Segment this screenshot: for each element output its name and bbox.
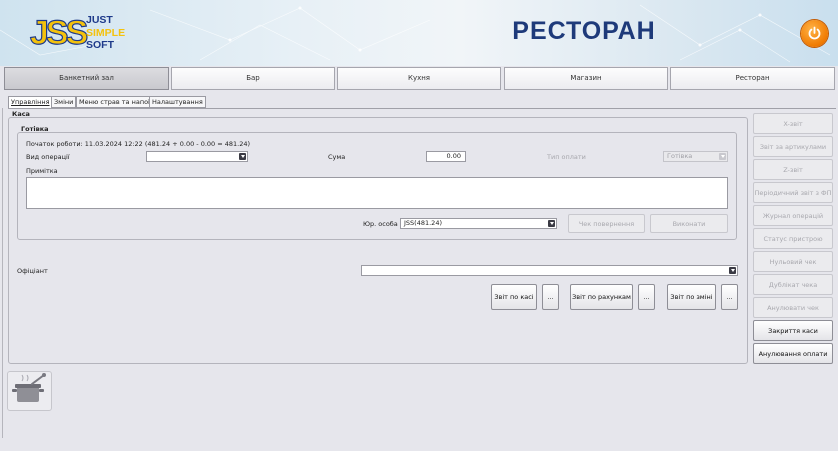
amount-input[interactable]: 0.00 [426, 151, 466, 162]
app-header: JSS JUST SIMPLE SOFT РЕСТОРАН [0, 0, 838, 66]
bills-report-button[interactable]: Звіт по рахункам [570, 284, 633, 310]
cash-report-button[interactable]: Звіт по касі [491, 284, 537, 310]
logo-words: JUST SIMPLE SOFT [86, 14, 125, 52]
payment-type-select[interactable]: Готівка [663, 151, 728, 162]
chevron-down-icon [719, 153, 726, 160]
chevron-down-icon [239, 153, 246, 160]
waiter-select[interactable] [361, 265, 738, 276]
power-button[interactable] [801, 20, 828, 47]
legal-entity-label: Юр. особа [363, 220, 398, 228]
department-tabs: Банкетний зал Бар Кухня Магазин Ресторан [4, 67, 836, 91]
cancel-check-button[interactable]: Анулювати чек [753, 297, 833, 318]
tab-bar[interactable]: Бар [171, 67, 335, 90]
legal-entity-select[interactable]: JSS(481.24) [400, 218, 557, 229]
cancel-payment-button[interactable]: Анулювання оплати [753, 343, 833, 364]
z-report-button[interactable]: Z-звіт [753, 159, 833, 180]
legal-entity-value: JSS(481.24) [404, 219, 442, 227]
tab-menu[interactable]: Меню страв та напоїв [76, 96, 157, 108]
logo-word-simple: SIMPLE [86, 26, 126, 39]
tab-restaurant[interactable]: Ресторан [670, 67, 835, 90]
tab-kitchen[interactable]: Кухня [337, 67, 501, 90]
payment-type-value: Готівка [667, 152, 693, 160]
execute-button[interactable]: Виконати [650, 214, 728, 233]
cash-report-more-button[interactable]: ... [542, 284, 559, 310]
device-status-button[interactable]: Статус пристрою [753, 228, 833, 249]
tab-content-border [8, 108, 836, 109]
operations-log-button[interactable]: Журнал операцій [753, 205, 833, 226]
logo-mark: JSS [29, 13, 88, 52]
operation-type-select[interactable] [146, 151, 248, 162]
logo-word-soft: SOFT [86, 39, 114, 51]
payment-type-label: Тип оплати [547, 153, 586, 161]
shift-report-more-button[interactable]: ... [721, 284, 738, 310]
window-left-border [2, 108, 3, 438]
periodic-report-button[interactable]: Періодичний звіт з ФП [753, 182, 833, 203]
tab-banquet-hall[interactable]: Банкетний зал [4, 67, 169, 90]
close-register-button[interactable]: Закриття каси [753, 320, 833, 341]
kitchen-button[interactable] [7, 371, 52, 411]
note-label: Примітка [26, 167, 58, 175]
app-title: РЕСТОРАН [512, 17, 656, 45]
jss-logo: JSS JUST SIMPLE SOFT [29, 12, 130, 54]
operation-type-label: Вид операції [26, 153, 70, 161]
zero-check-button[interactable]: Нульовий чек [753, 251, 833, 272]
shift-report-button[interactable]: Звіт по зміні [667, 284, 716, 310]
duplicate-check-button[interactable]: Дублікат чека [753, 274, 833, 295]
return-check-button[interactable]: Чек повернення [568, 214, 645, 233]
tab-settings[interactable]: Налаштування [149, 96, 206, 108]
article-report-button[interactable]: Звіт за артикулами [753, 136, 833, 157]
chevron-down-icon [729, 267, 736, 274]
x-report-button[interactable]: X-звіт [753, 113, 833, 134]
power-icon [808, 26, 821, 40]
logo-word-just: JUST [86, 14, 113, 26]
amount-label: Сума [328, 153, 346, 161]
note-textarea[interactable] [26, 177, 728, 209]
chevron-down-icon [548, 220, 555, 227]
waiter-label: Офіціант [17, 267, 48, 275]
tab-shop[interactable]: Магазин [504, 67, 668, 90]
tab-shifts[interactable]: Зміни [51, 96, 77, 108]
work-start-info: Початок роботи: 11.03.2024 12:22 (481.24… [26, 140, 251, 148]
bills-report-more-button[interactable]: ... [638, 284, 655, 310]
cooking-pot-icon [12, 373, 46, 402]
